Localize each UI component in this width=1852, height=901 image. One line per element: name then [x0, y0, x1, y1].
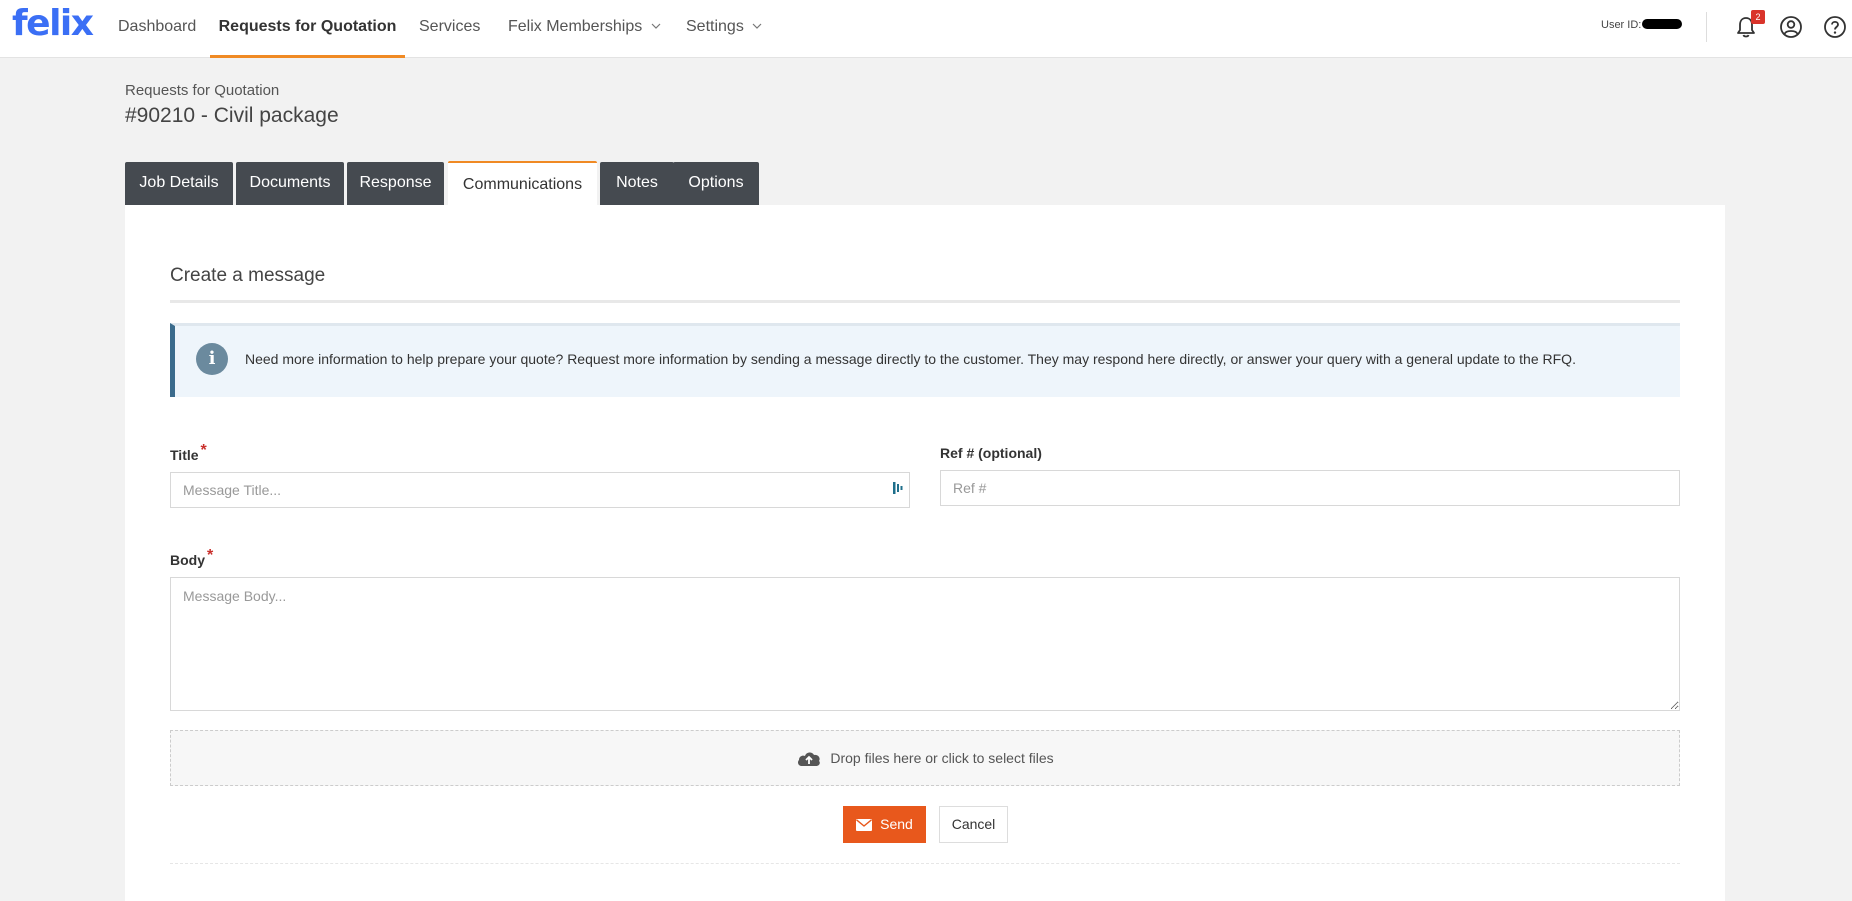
tab-options[interactable]: Options: [673, 162, 759, 205]
tab-response[interactable]: Response: [347, 162, 444, 205]
nav-requests-for-quotation[interactable]: Requests for Quotation: [210, 0, 405, 58]
nav-services[interactable]: Services: [419, 0, 480, 58]
tab-job-details[interactable]: Job Details: [125, 162, 233, 205]
info-alert: i Need more information to help prepare …: [170, 323, 1680, 397]
body-label-text: Body: [170, 552, 205, 568]
section-heading: Create a message: [170, 265, 326, 286]
chevron-down-icon: [752, 23, 762, 29]
nav-services-label: Services: [419, 18, 481, 35]
required-mark: *: [207, 547, 214, 564]
nav-felix-memberships[interactable]: Felix Memberships: [508, 0, 661, 58]
text-expander-icon[interactable]: [893, 481, 903, 495]
dropzone-text: Drop files here or click to select files: [830, 750, 1054, 766]
send-label: Send: [880, 816, 913, 832]
cloud-upload-icon: [798, 752, 821, 766]
file-dropzone[interactable]: Drop files here or click to select files: [170, 730, 1680, 786]
ref-input[interactable]: [940, 470, 1680, 506]
felix-logo[interactable]: felix: [12, 3, 94, 44]
notification-badge: 2: [1751, 10, 1765, 24]
message-card: Create a message i Need more information…: [125, 205, 1725, 901]
nav-dashboard[interactable]: Dashboard: [118, 0, 196, 58]
user-circle-icon[interactable]: [1778, 14, 1804, 40]
envelope-icon: [856, 819, 873, 831]
divider: [1706, 12, 1707, 42]
required-mark: *: [200, 442, 207, 459]
tab-communications[interactable]: Communications: [448, 161, 597, 206]
title-label: Title *: [170, 442, 207, 465]
divider: [170, 863, 1680, 864]
tab-notes[interactable]: Notes: [600, 162, 674, 205]
top-nav: felix Dashboard Requests for Quotation S…: [0, 0, 1852, 58]
body-textarea[interactable]: [170, 577, 1680, 711]
user-id: User ID:: [1601, 19, 1683, 31]
body-label: Body *: [170, 547, 213, 570]
divider: [170, 300, 1680, 303]
ref-label: Ref # (optional): [940, 445, 1042, 461]
user-id-redacted: [1642, 19, 1683, 29]
info-text: Need more information to help prepare yo…: [245, 351, 1576, 367]
title-label-text: Title: [170, 447, 199, 463]
title-input[interactable]: [170, 472, 910, 508]
info-icon: i: [196, 343, 228, 375]
send-button[interactable]: Send: [843, 806, 926, 843]
dropzone-content: Drop files here or click to select files: [171, 748, 1679, 768]
user-id-label: User ID:: [1601, 19, 1642, 31]
nav-dashboard-label: Dashboard: [118, 18, 197, 35]
breadcrumb[interactable]: Requests for Quotation: [125, 82, 279, 99]
help-circle-icon[interactable]: [1822, 14, 1848, 40]
chevron-down-icon: [651, 23, 661, 29]
nav-rfq-label: Requests for Quotation: [218, 18, 397, 35]
cancel-button[interactable]: Cancel: [939, 806, 1008, 843]
nav-settings-label: Settings: [686, 18, 744, 35]
nav-settings[interactable]: Settings: [686, 0, 762, 58]
nav-memberships-label: Felix Memberships: [508, 18, 643, 35]
tab-documents[interactable]: Documents: [236, 162, 344, 205]
page-title: #90210 - Civil package: [125, 104, 339, 127]
